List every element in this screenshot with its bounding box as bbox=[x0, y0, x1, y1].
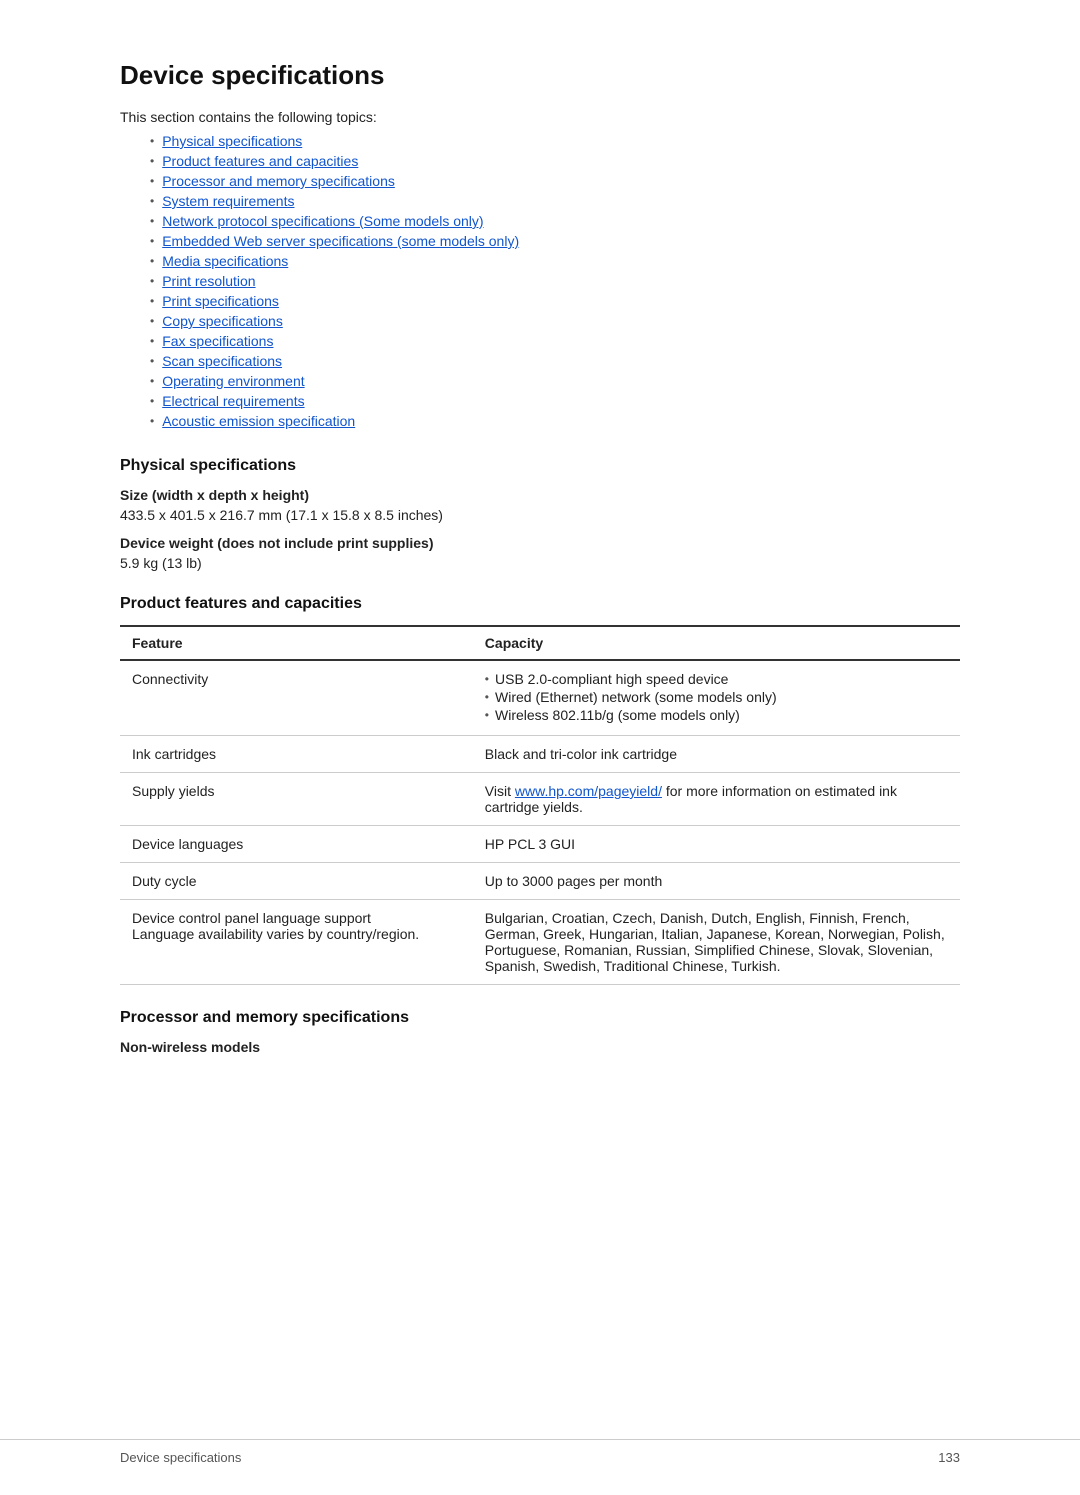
toc-link-system[interactable]: System requirements bbox=[162, 193, 294, 209]
footer-section-label: Device specifications bbox=[120, 1450, 938, 1465]
feature-cell: Supply yields bbox=[120, 773, 473, 826]
capacity-cell: USB 2.0-compliant high speed device Wire… bbox=[473, 660, 960, 736]
toc-item: Print specifications bbox=[150, 293, 960, 309]
toc-link-printspec[interactable]: Print specifications bbox=[162, 293, 279, 309]
table-row: Connectivity USB 2.0-compliant high spee… bbox=[120, 660, 960, 736]
capacity-cell: Up to 3000 pages per month bbox=[473, 863, 960, 900]
features-section-heading: Product features and capacities bbox=[120, 595, 960, 613]
capacity-cell: Visit www.hp.com/pageyield/ for more inf… bbox=[473, 773, 960, 826]
toc-link-physical[interactable]: Physical specifications bbox=[162, 133, 302, 149]
toc-item: Copy specifications bbox=[150, 313, 960, 329]
toc-item: Fax specifications bbox=[150, 333, 960, 349]
toc-item: Print resolution bbox=[150, 273, 960, 289]
toc-link-operatingenv[interactable]: Operating environment bbox=[162, 373, 304, 389]
table-row: Duty cycle Up to 3000 pages per month bbox=[120, 863, 960, 900]
capacity-cell: Bulgarian, Croatian, Czech, Danish, Dutc… bbox=[473, 900, 960, 985]
list-item: Wired (Ethernet) network (some models on… bbox=[485, 689, 948, 705]
toc-item: System requirements bbox=[150, 193, 960, 209]
toc-link-features[interactable]: Product features and capacities bbox=[162, 153, 358, 169]
page-title: Device specifications bbox=[120, 60, 960, 91]
table-row: Device control panel language support La… bbox=[120, 900, 960, 985]
intro-text: This section contains the following topi… bbox=[120, 109, 960, 125]
table-row: Supply yields Visit www.hp.com/pageyield… bbox=[120, 773, 960, 826]
toc-item: Scan specifications bbox=[150, 353, 960, 369]
features-table: Feature Capacity Connectivity USB 2.0-co… bbox=[120, 625, 960, 985]
toc-link-acoustic[interactable]: Acoustic emission specification bbox=[162, 413, 355, 429]
weight-label: Device weight (does not include print su… bbox=[120, 535, 960, 551]
toc-item: Acoustic emission specification bbox=[150, 413, 960, 429]
toc-item: Product features and capacities bbox=[150, 153, 960, 169]
table-row: Ink cartridges Black and tri-color ink c… bbox=[120, 736, 960, 773]
supply-yields-link[interactable]: www.hp.com/pageyield/ bbox=[515, 783, 662, 799]
toc-item: Processor and memory specifications bbox=[150, 173, 960, 189]
toc-link-scan[interactable]: Scan specifications bbox=[162, 353, 282, 369]
capacity-cell: Black and tri-color ink cartridge bbox=[473, 736, 960, 773]
toc-list: Physical specifications Product features… bbox=[150, 133, 960, 429]
feature-cell: Ink cartridges bbox=[120, 736, 473, 773]
processor-section-heading: Processor and memory specifications bbox=[120, 1009, 960, 1027]
toc-link-fax[interactable]: Fax specifications bbox=[162, 333, 273, 349]
toc-link-media[interactable]: Media specifications bbox=[162, 253, 288, 269]
toc-link-ews[interactable]: Embedded Web server specifications (some… bbox=[162, 233, 519, 249]
footer-page-number: 133 bbox=[938, 1450, 960, 1465]
toc-item: Operating environment bbox=[150, 373, 960, 389]
size-value: 433.5 x 401.5 x 216.7 mm (17.1 x 15.8 x … bbox=[120, 507, 960, 523]
list-item: Wireless 802.11b/g (some models only) bbox=[485, 707, 948, 723]
toc-item: Electrical requirements bbox=[150, 393, 960, 409]
weight-value: 5.9 kg (13 lb) bbox=[120, 555, 960, 571]
toc-link-copy[interactable]: Copy specifications bbox=[162, 313, 283, 329]
toc-item: Media specifications bbox=[150, 253, 960, 269]
physical-section-heading: Physical specifications bbox=[120, 457, 960, 475]
toc-item: Embedded Web server specifications (some… bbox=[150, 233, 960, 249]
list-item: USB 2.0-compliant high speed device bbox=[485, 671, 948, 687]
toc-link-network[interactable]: Network protocol specifications (Some mo… bbox=[162, 213, 483, 229]
feature-cell: Device control panel language support La… bbox=[120, 900, 473, 985]
feature-cell: Connectivity bbox=[120, 660, 473, 736]
table-header-capacity: Capacity bbox=[473, 626, 960, 660]
toc-link-electrical[interactable]: Electrical requirements bbox=[162, 393, 304, 409]
toc-link-processor[interactable]: Processor and memory specifications bbox=[162, 173, 395, 189]
footer: Device specifications 133 bbox=[0, 1439, 1080, 1465]
toc-item: Physical specifications bbox=[150, 133, 960, 149]
capacity-cell: HP PCL 3 GUI bbox=[473, 826, 960, 863]
size-label: Size (width x depth x height) bbox=[120, 487, 960, 503]
table-row: Device languages HP PCL 3 GUI bbox=[120, 826, 960, 863]
non-wireless-label: Non-wireless models bbox=[120, 1039, 960, 1055]
toc-item: Network protocol specifications (Some mo… bbox=[150, 213, 960, 229]
feature-cell: Duty cycle bbox=[120, 863, 473, 900]
feature-cell: Device languages bbox=[120, 826, 473, 863]
toc-link-printres[interactable]: Print resolution bbox=[162, 273, 255, 289]
table-header-feature: Feature bbox=[120, 626, 473, 660]
